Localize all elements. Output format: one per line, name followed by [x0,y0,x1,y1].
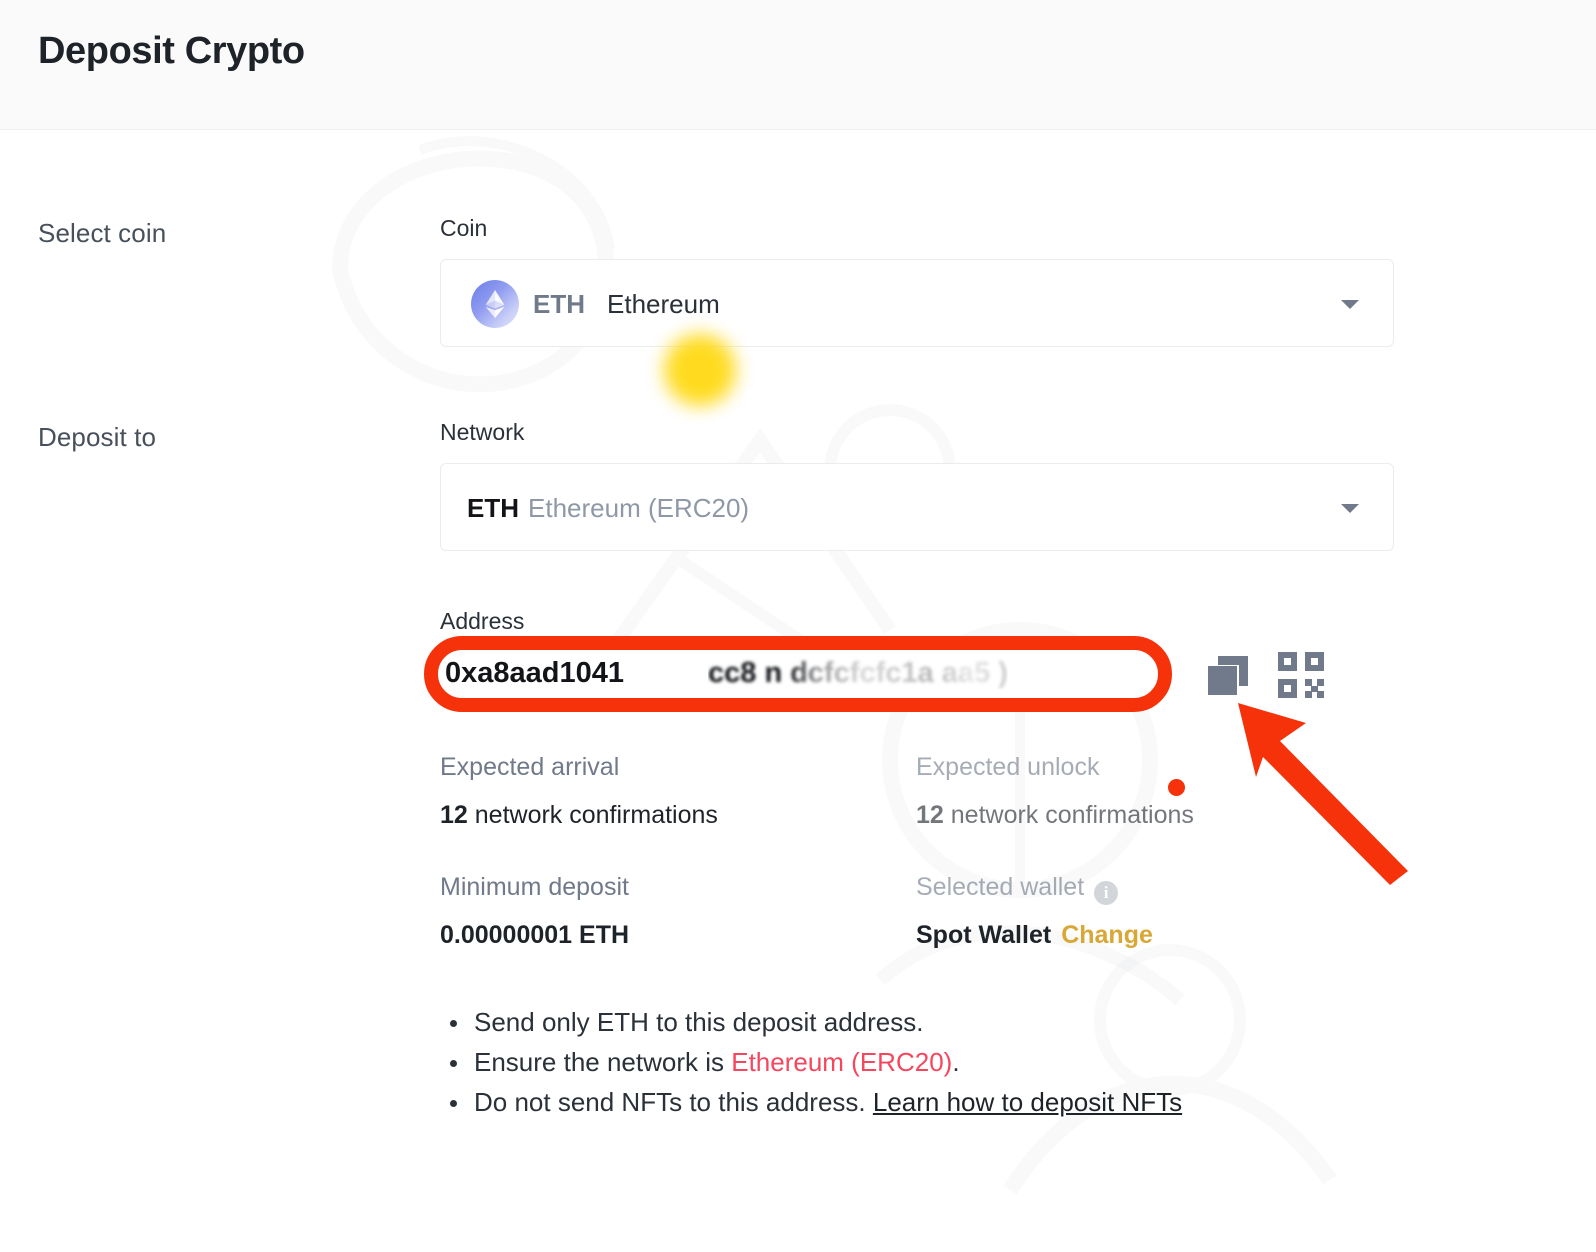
page-header: Deposit Crypto [0,0,1596,130]
section-label-deposit-to: Deposit to [38,422,157,452]
network-field-label: Network [440,419,525,445]
note-2-period: . [952,1047,960,1077]
network-name: Ethereum (ERC20) [528,492,750,523]
eth-coin-icon [471,280,519,328]
list-item: Send only ETH to this deposit address. [440,1002,1182,1042]
expected-arrival-unit: network confirmations [467,801,718,829]
section-label-select-coin: Select coin [38,218,167,248]
network-select[interactable]: ETH Ethereum (ERC20) [440,463,1394,551]
change-wallet-link[interactable]: Change [1061,921,1153,949]
selected-wallet-value: Spot Wallet Change [916,921,1153,950]
address-field-label: Address [440,608,525,634]
minimum-deposit-label: Minimum deposit [440,873,629,901]
expected-unlock-value: 12 network confirmations [916,801,1194,830]
expected-arrival-label: Expected arrival [440,753,620,781]
info-icon[interactable]: i [1094,881,1119,905]
expected-unlock-count: 12 [916,801,944,829]
note-2-network: Ethereum (ERC20) [731,1047,953,1077]
pointer-arrow-annotation [1230,695,1420,890]
selected-wallet-name: Spot Wallet [916,921,1052,949]
coin-field-label: Coin [440,215,488,241]
expected-unlock-unit: network confirmations [943,801,1194,829]
note-3-text: Do not send NFTs to this address. [474,1087,873,1117]
network-select-value: ETH Ethereum (ERC20) [467,464,749,552]
deposit-notes-list: Send only ETH to this deposit address. E… [440,1002,1182,1122]
annotation-dot [1168,779,1185,796]
learn-deposit-nfts-link[interactable]: Learn how to deposit NFTs [873,1087,1182,1117]
chevron-down-icon[interactable] [1341,504,1359,513]
coin-ticker: ETH [533,288,585,319]
chevron-down-icon[interactable] [1341,300,1359,309]
note-2-text: Ensure the network is [474,1047,732,1077]
selected-wallet-label: Selected wallet i [916,873,1119,905]
coin-select[interactable]: ETH Ethereum [440,259,1394,347]
deposit-address-field[interactable]: 0xa8aad1041 cc8 n dcfcfcfc1a aa5 ) [440,645,1160,705]
deposit-address-value: 0xa8aad1041 [445,657,624,689]
list-item: Do not send NFTs to this address. Learn … [440,1082,1182,1122]
expected-arrival-count: 12 [440,801,468,829]
network-ticker: ETH [467,492,519,523]
selected-wallet-label-text: Selected wallet [916,873,1085,901]
minimum-deposit-value: 0.00000001 ETH [440,921,630,949]
deposit-address-value-obscured: cc8 n dcfcfcfc1a aa5 ) [708,657,1008,689]
coin-select-value: ETH Ethereum [471,260,720,348]
page-title: Deposit Crypto [38,30,305,72]
list-item: Ensure the network is Ethereum (ERC20). [440,1042,1182,1082]
qr-code-icon[interactable] [1278,652,1324,703]
copy-icon[interactable] [1202,650,1254,707]
coin-name: Ethereum [607,288,720,319]
note-1-text: Send only ETH to this deposit address. [474,1007,924,1037]
expected-unlock-label: Expected unlock [916,753,1100,781]
deposit-crypto-page: Deposit Crypto Select coin Deposit to Co… [0,0,1596,1252]
expected-arrival-value: 12 network confirmations [440,801,718,830]
cursor-highlight [664,334,736,406]
